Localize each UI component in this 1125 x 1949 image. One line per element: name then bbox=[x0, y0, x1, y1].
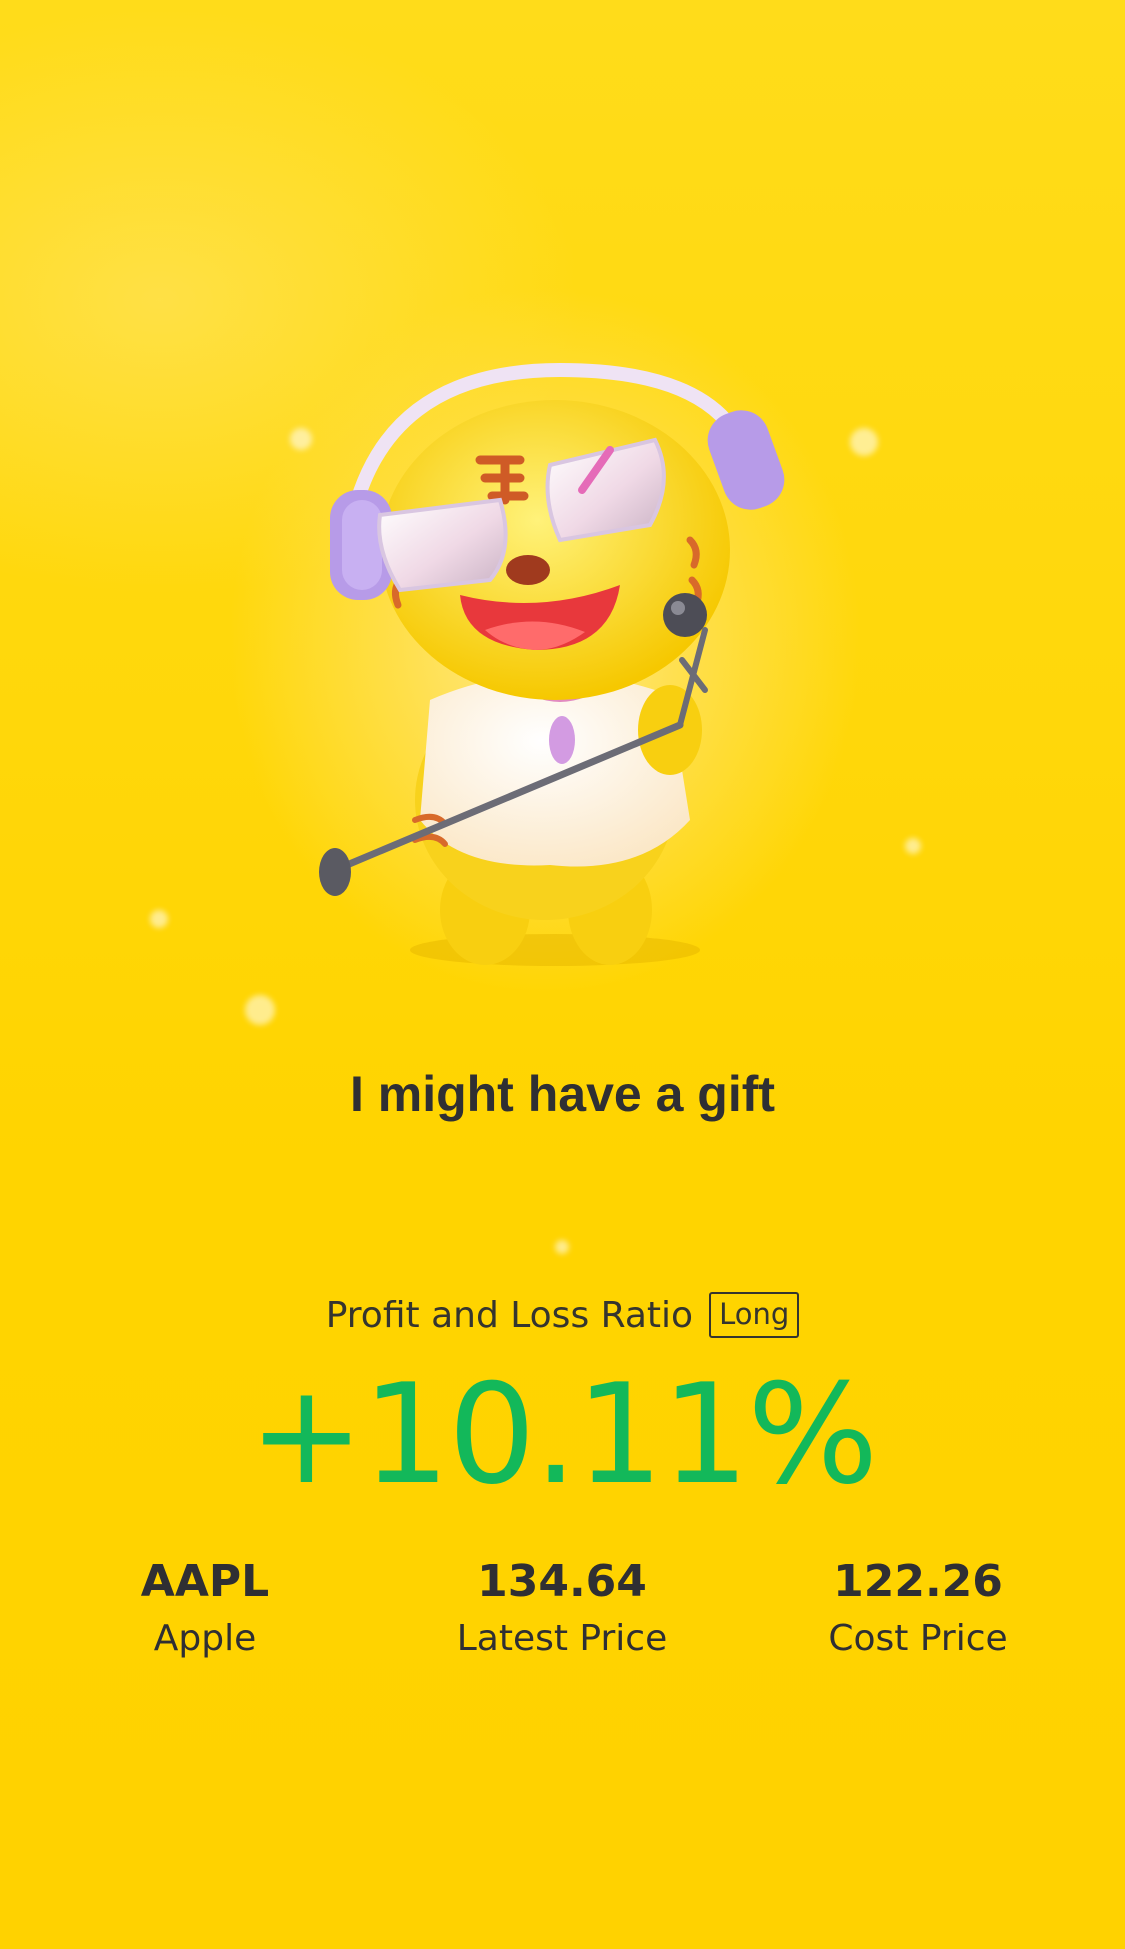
stat-symbol: AAPL Apple bbox=[25, 1552, 385, 1666]
latest-price-label: Latest Price bbox=[456, 1618, 668, 1659]
sparkle-decoration bbox=[150, 910, 168, 928]
latest-price-value: 134.64 bbox=[477, 1556, 647, 1607]
stat-cost-price: 122.26 Cost Price bbox=[738, 1552, 1098, 1666]
pl-ratio-value: +10.11% bbox=[248, 1354, 879, 1515]
cost-price-label: Cost Price bbox=[828, 1618, 1008, 1659]
tiger-mascot-illustration bbox=[319, 362, 785, 966]
sparkle-decoration bbox=[245, 995, 275, 1025]
cost-price-value: 122.26 bbox=[833, 1556, 1003, 1607]
page-title: I might have a gift bbox=[349, 1066, 776, 1122]
sparkle-decoration bbox=[905, 838, 921, 854]
sparkle-decoration bbox=[850, 428, 878, 456]
position-badge: Long bbox=[709, 1292, 800, 1338]
pl-ratio-label: Profit and Loss Ratio bbox=[325, 1294, 694, 1336]
stock-symbol: AAPL bbox=[140, 1556, 270, 1607]
sparkle-decoration bbox=[555, 1240, 569, 1254]
stat-latest-price: 134.64 Latest Price bbox=[382, 1552, 742, 1666]
pl-ratio-row: Profit and Loss Ratio Long bbox=[0, 1292, 1125, 1338]
sparkle-decoration bbox=[290, 428, 312, 450]
stock-name: Apple bbox=[153, 1618, 257, 1659]
